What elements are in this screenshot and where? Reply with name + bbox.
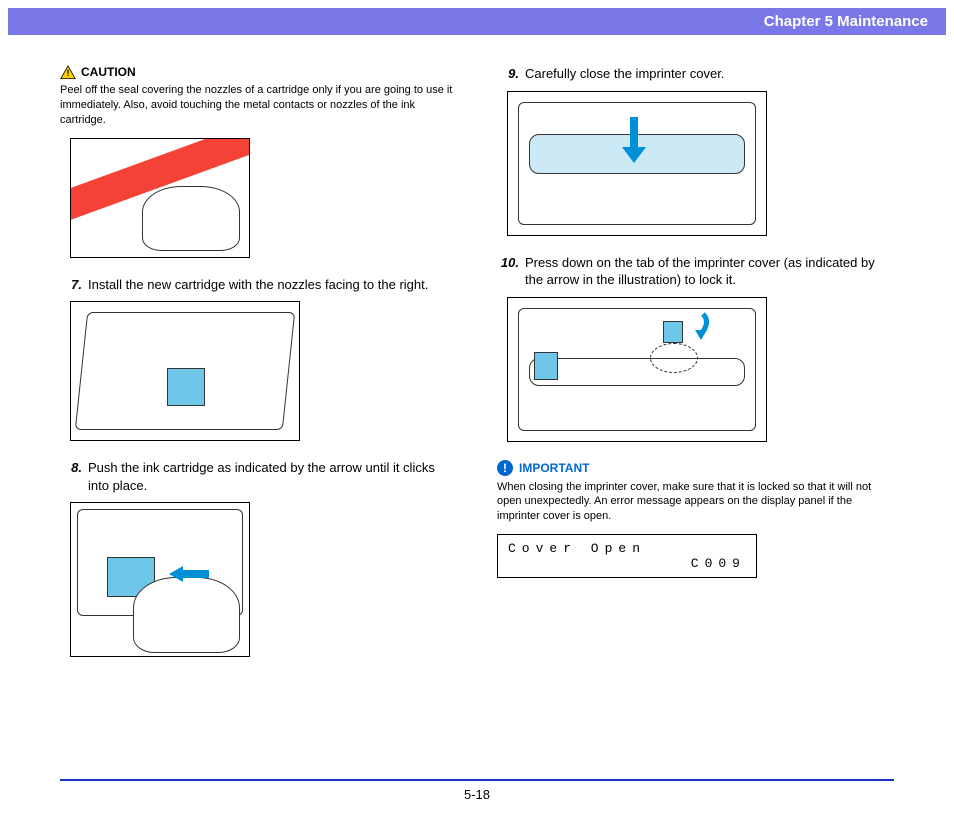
important-label: IMPORTANT: [519, 461, 589, 475]
step-number: 10.: [497, 254, 519, 289]
figure-push-cartridge: [70, 502, 250, 657]
caution-header: ! CAUTION: [60, 65, 457, 79]
chapter-title: Chapter 5 Maintenance: [764, 13, 928, 30]
caution-block: ! CAUTION Peel off the seal covering the…: [60, 65, 457, 128]
page-footer: 5-18: [60, 779, 894, 802]
step-10: 10. Press down on the tab of the imprint…: [497, 254, 894, 289]
lcd-line-2: C009: [508, 556, 746, 571]
warning-triangle-icon: !: [60, 65, 76, 79]
footer-divider: [60, 779, 894, 781]
left-column: ! CAUTION Peel off the seal covering the…: [60, 65, 457, 675]
display-panel: Cover Open C009: [497, 534, 757, 578]
important-header: ! IMPORTANT: [497, 460, 894, 476]
step-number: 7.: [60, 276, 82, 294]
step-9: 9. Carefully close the imprinter cover.: [497, 65, 894, 83]
figure-install-cartridge: [70, 301, 300, 441]
arrow-down-icon: [622, 117, 646, 163]
step-7: 7. Install the new cartridge with the no…: [60, 276, 457, 294]
important-icon: !: [497, 460, 513, 476]
right-column: 9. Carefully close the imprinter cover. …: [497, 65, 894, 675]
figure-cartridge-seal: [70, 138, 250, 258]
page-content: ! CAUTION Peel off the seal covering the…: [0, 35, 954, 675]
step-text: Push the ink cartridge as indicated by t…: [88, 459, 457, 494]
arrow-left-icon: [169, 564, 209, 584]
lcd-line-1: Cover Open: [508, 541, 746, 556]
svg-text:!: !: [67, 68, 70, 78]
step-8: 8. Push the ink cartridge as indicated b…: [60, 459, 457, 494]
step-text: Press down on the tab of the imprinter c…: [525, 254, 894, 289]
figure-close-cover: [507, 91, 767, 236]
step-number: 9.: [497, 65, 519, 83]
caution-text: Peel off the seal covering the nozzles o…: [60, 83, 457, 128]
chapter-header: Chapter 5 Maintenance: [8, 8, 946, 35]
arrow-down-curve-icon: [683, 312, 713, 342]
step-number: 8.: [60, 459, 82, 494]
figure-lock-cover: [507, 297, 767, 442]
important-text: When closing the imprinter cover, make s…: [497, 480, 894, 525]
page-number: 5-18: [464, 787, 490, 802]
caution-label: CAUTION: [81, 65, 136, 79]
step-text: Carefully close the imprinter cover.: [525, 65, 724, 83]
step-text: Install the new cartridge with the nozzl…: [88, 276, 428, 294]
